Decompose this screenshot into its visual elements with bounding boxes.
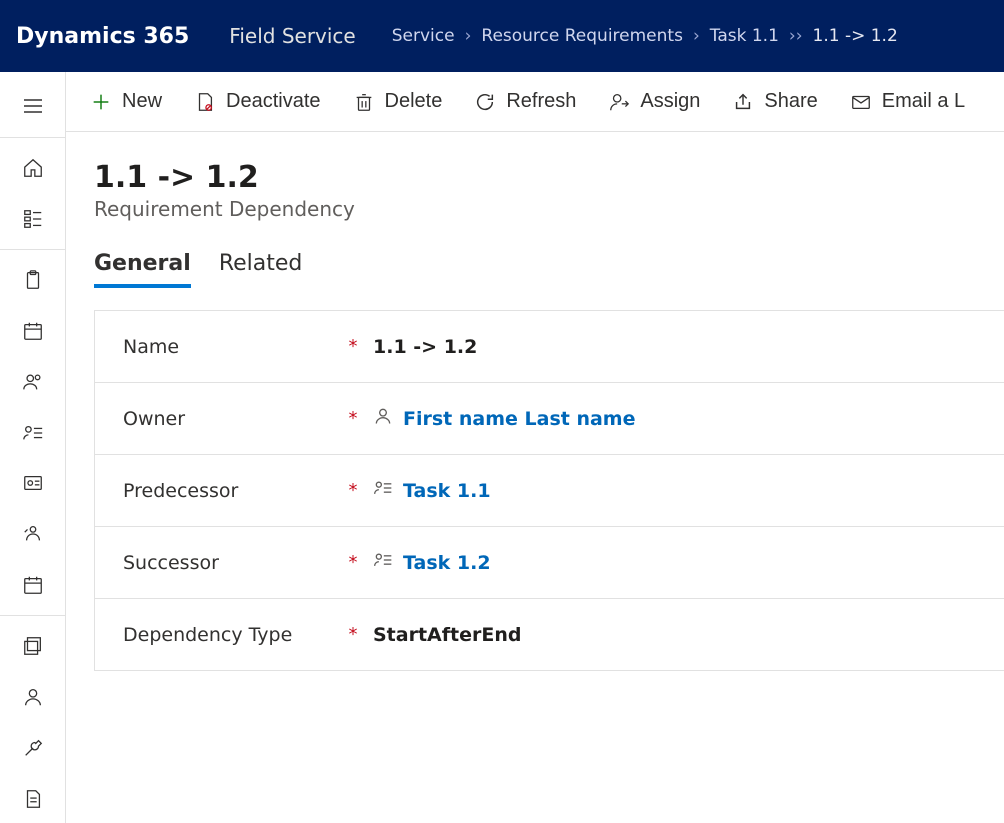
- share-button[interactable]: Share: [718, 82, 831, 121]
- breadcrumb: Service › Resource Requirements › Task 1…: [392, 26, 898, 46]
- nav-person-list-icon[interactable]: [0, 408, 66, 457]
- required-indicator: *: [343, 480, 363, 501]
- field-label-name: Name: [123, 336, 343, 358]
- nav-calendar-alt-icon[interactable]: [0, 560, 66, 609]
- share-button-label: Share: [764, 90, 817, 113]
- divider: [0, 615, 65, 616]
- tab-related[interactable]: Related: [219, 251, 303, 288]
- field-label-dependency-type: Dependency Type: [123, 624, 343, 646]
- nav-calendar-icon[interactable]: [0, 307, 66, 356]
- email-link-button[interactable]: Email a L: [836, 82, 979, 121]
- refresh-button[interactable]: Refresh: [460, 82, 590, 121]
- nav-hamburger-button[interactable]: [0, 82, 66, 131]
- app-title[interactable]: Field Service: [229, 24, 355, 48]
- email-link-button-label: Email a L: [882, 90, 965, 113]
- person-icon: [373, 406, 393, 431]
- deactivate-button-label: Deactivate: [226, 90, 321, 113]
- refresh-icon: [474, 91, 496, 113]
- assign-button-label: Assign: [640, 90, 700, 113]
- form-panel: Name * 1.1 -> 1.2 Owner * First name Las…: [94, 310, 1004, 671]
- assign-button[interactable]: Assign: [594, 82, 714, 121]
- refresh-button-label: Refresh: [506, 90, 576, 113]
- field-value-owner[interactable]: First name Last name: [363, 406, 980, 431]
- field-value-successor[interactable]: Task 1.2: [363, 550, 980, 575]
- required-indicator: *: [343, 408, 363, 429]
- tab-general[interactable]: General: [94, 251, 191, 288]
- nav-stack-icon[interactable]: [0, 622, 66, 671]
- field-value-name[interactable]: 1.1 -> 1.2: [363, 336, 980, 358]
- required-indicator: *: [343, 336, 363, 357]
- predecessor-link-text: Task 1.1: [403, 480, 491, 502]
- field-row-predecessor: Predecessor * Task 1.1: [95, 455, 1004, 527]
- nav-document-icon[interactable]: [0, 774, 66, 823]
- lookup-record-icon: [373, 478, 393, 503]
- required-indicator: *: [343, 552, 363, 573]
- field-row-owner: Owner * First name Last name: [95, 383, 1004, 455]
- field-label-successor: Successor: [123, 552, 343, 574]
- field-label-owner: Owner: [123, 408, 343, 430]
- plus-icon: [90, 91, 112, 113]
- delete-button-label: Delete: [385, 90, 443, 113]
- divider: [0, 249, 65, 250]
- email-icon: [850, 91, 872, 113]
- nav-wrench-icon[interactable]: [0, 724, 66, 773]
- record-title: 1.1 -> 1.2: [94, 160, 976, 195]
- trash-icon: [353, 91, 375, 113]
- nav-sitemap-icon[interactable]: [0, 194, 66, 243]
- form-tabs: General Related: [66, 251, 1004, 288]
- deactivate-icon: [194, 91, 216, 113]
- left-nav-rail: [0, 72, 66, 823]
- delete-button[interactable]: Delete: [339, 82, 457, 121]
- lookup-record-icon: [373, 550, 393, 575]
- share-icon: [732, 91, 754, 113]
- breadcrumb-entity[interactable]: Resource Requirements: [481, 26, 683, 46]
- chevron-right-icon: ››: [789, 26, 803, 46]
- record-subtitle: Requirement Dependency: [94, 197, 976, 221]
- app-header: Dynamics 365 Field Service Service › Res…: [0, 0, 1004, 72]
- nav-resource-icon[interactable]: [0, 510, 66, 559]
- brand-name: Dynamics 365: [16, 24, 189, 49]
- deactivate-button[interactable]: Deactivate: [180, 82, 335, 121]
- breadcrumb-current: 1.1 -> 1.2: [813, 26, 898, 46]
- command-bar: New Deactivate Delete Refresh Assign Sha…: [66, 72, 1004, 132]
- field-value-dependency-type[interactable]: StartAfterEnd: [363, 624, 980, 646]
- chevron-right-icon: ›: [465, 26, 472, 46]
- nav-home-icon[interactable]: [0, 144, 66, 193]
- field-value-predecessor[interactable]: Task 1.1: [363, 478, 980, 503]
- field-label-predecessor: Predecessor: [123, 480, 343, 502]
- new-button[interactable]: New: [76, 82, 176, 121]
- record-header: 1.1 -> 1.2 Requirement Dependency: [66, 132, 1004, 221]
- breadcrumb-area[interactable]: Service: [392, 26, 455, 46]
- content-area: New Deactivate Delete Refresh Assign Sha…: [66, 72, 1004, 823]
- breadcrumb-parent[interactable]: Task 1.1: [710, 26, 779, 46]
- nav-people-icon[interactable]: [0, 358, 66, 407]
- new-button-label: New: [122, 90, 162, 113]
- assign-icon: [608, 91, 630, 113]
- nav-badge-icon[interactable]: [0, 459, 66, 508]
- chevron-right-icon: ›: [693, 26, 700, 46]
- nav-clipboard-icon[interactable]: [0, 256, 66, 305]
- field-row-name: Name * 1.1 -> 1.2: [95, 311, 1004, 383]
- divider: [0, 137, 65, 138]
- successor-link-text: Task 1.2: [403, 552, 491, 574]
- nav-person-icon[interactable]: [0, 673, 66, 722]
- field-row-dependency-type: Dependency Type * StartAfterEnd: [95, 599, 1004, 671]
- field-row-successor: Successor * Task 1.2: [95, 527, 1004, 599]
- owner-link-text: First name Last name: [403, 408, 635, 430]
- required-indicator: *: [343, 624, 363, 645]
